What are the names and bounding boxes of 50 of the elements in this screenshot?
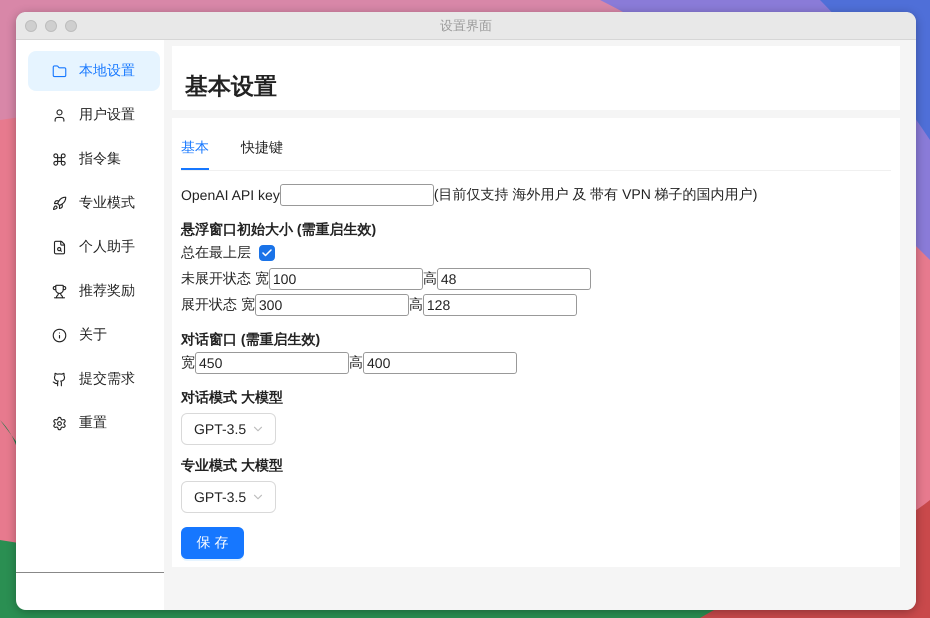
api-key-field[interactable] <box>280 184 434 206</box>
rocket-icon <box>52 196 67 210</box>
file-search-icon <box>52 240 67 254</box>
sidebar-item[interactable]: 个人助手 <box>28 227 160 267</box>
close-button[interactable] <box>25 20 37 32</box>
section-heading: 悬浮窗口初始大小 (需重启生效) <box>181 221 378 239</box>
tab[interactable]: 快捷键 <box>241 126 283 170</box>
sidebar-item[interactable]: 用户设置 <box>28 95 160 135</box>
settings-icon <box>52 416 67 430</box>
width-field[interactable]: 300 <box>254 294 409 316</box>
checkbox-label: 总在最上层 <box>181 244 251 262</box>
sidebar-item[interactable]: 指令集 <box>28 139 160 179</box>
section-heading: 专业模式 大模型 <box>181 457 284 475</box>
sidebar-item[interactable]: 专业模式 <box>28 183 160 223</box>
model-select[interactable]: GPT-3.5 <box>181 481 276 513</box>
field-label: 高 <box>349 354 363 372</box>
width-field[interactable]: 100 <box>268 268 423 290</box>
sidebar-item[interactable]: 重置 <box>28 403 160 443</box>
note-text: (目前仅支持 海外用户 及 带有 VPN 梯子的国内用户) <box>434 186 758 204</box>
sidebar-item[interactable]: 推荐奖励 <box>28 271 160 311</box>
section-heading: 对话模式 大模型 <box>181 389 284 407</box>
field-label: 展开状态 宽 <box>181 296 255 314</box>
trophy-icon <box>52 284 67 298</box>
zoom-button[interactable] <box>65 20 77 32</box>
tab[interactable]: 基本 <box>181 126 209 170</box>
section-heading: 对话窗口 (需重启生效) <box>181 331 322 349</box>
model-select[interactable]: GPT-3.5 <box>181 413 276 445</box>
folder-icon <box>52 64 67 78</box>
height-field[interactable]: 48 <box>436 268 591 290</box>
sidebar-item[interactable]: 关于 <box>28 315 160 355</box>
height-field[interactable]: 128 <box>422 294 577 316</box>
window-title: 设置界面 <box>440 16 492 34</box>
github-icon <box>52 372 67 386</box>
field-label: 宽 <box>181 354 195 372</box>
command-icon <box>52 152 67 166</box>
field-label: OpenAI API key <box>181 187 280 203</box>
field-label: 未展开状态 宽 <box>181 270 269 288</box>
field-label: 高 <box>422 270 437 288</box>
checkbox[interactable] <box>259 245 275 261</box>
user-icon <box>52 108 67 122</box>
info-icon <box>52 328 67 342</box>
page-title: 基本设置 <box>185 72 277 101</box>
sidebar-item[interactable]: 提交需求 <box>28 359 160 399</box>
width-field[interactable]: 450 <box>195 352 349 374</box>
check-icon <box>261 247 273 259</box>
field-label: 高 <box>408 296 423 314</box>
height-field[interactable]: 400 <box>363 352 517 374</box>
save-button[interactable]: 保 存 <box>181 527 244 559</box>
minimize-button[interactable] <box>45 20 57 32</box>
sidebar-item[interactable]: 本地设置 <box>28 51 160 91</box>
